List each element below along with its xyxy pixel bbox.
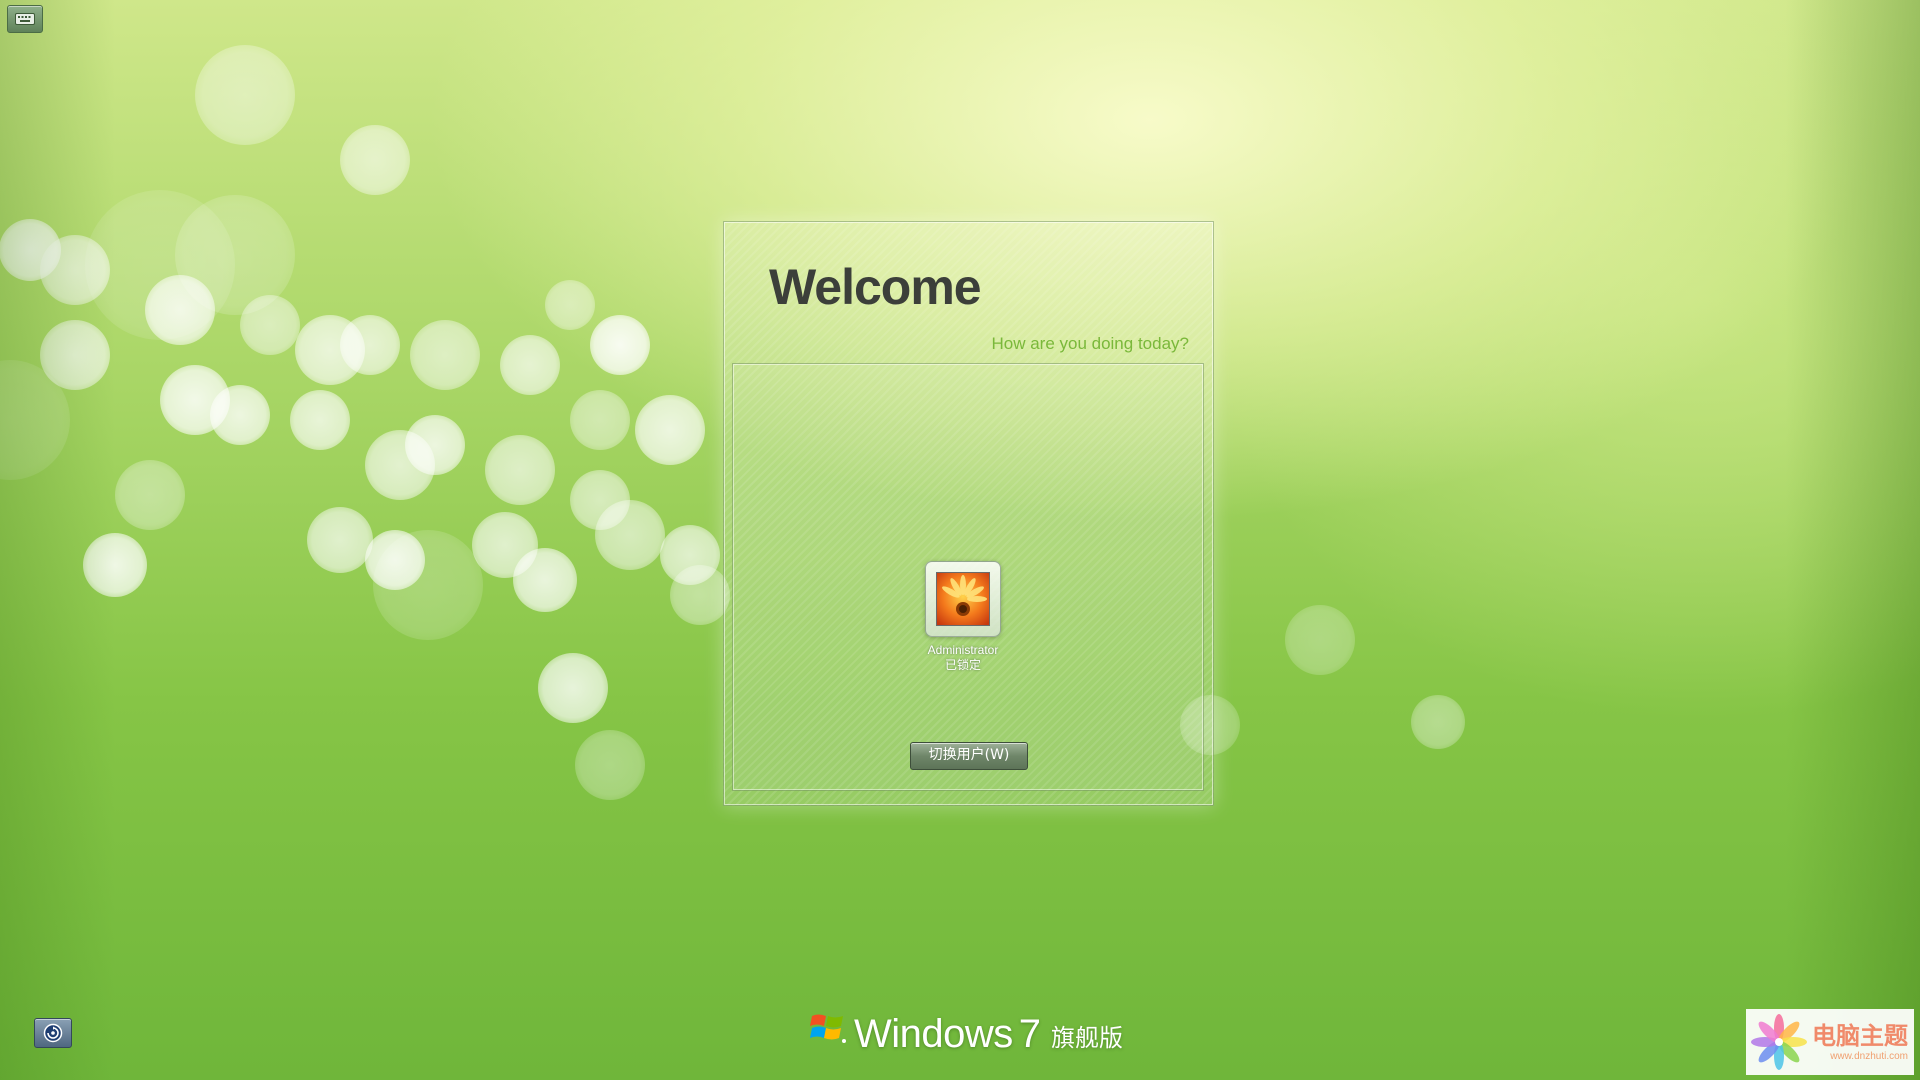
watermark: 电脑主题 www.dnzhuti.com (1746, 1009, 1914, 1075)
user-tile[interactable]: Administrator 已锁定 (915, 561, 1011, 673)
bokeh-circle (513, 548, 577, 612)
bokeh-circle (1411, 695, 1465, 749)
bokeh-circle (670, 565, 730, 625)
bokeh-circle (160, 365, 230, 435)
watermark-text: 电脑主题 www.dnzhuti.com (1812, 1023, 1908, 1062)
welcome-title: Welcome (769, 259, 982, 315)
ease-of-access-icon[interactable] (34, 1018, 72, 1048)
pinwheel-icon (1746, 1009, 1812, 1075)
bokeh-circle (0, 360, 70, 480)
bokeh-circle (83, 533, 147, 597)
brand-version: 7 (1018, 1012, 1042, 1056)
bokeh-circle (295, 315, 365, 385)
keyboard-icon[interactable] (7, 5, 43, 33)
bokeh-circle (340, 125, 410, 195)
bokeh-circle (405, 415, 465, 475)
watermark-url: www.dnzhuti.com (1830, 1050, 1908, 1062)
bokeh-circle (340, 315, 400, 375)
bokeh-circle (485, 435, 555, 505)
bokeh-circle (590, 315, 650, 375)
bokeh-circle (40, 235, 110, 305)
flower-icon (936, 572, 990, 626)
bokeh-circle (570, 390, 630, 450)
windows-brand: Windows 7 旗舰版 (810, 1007, 1123, 1057)
bokeh-circle (195, 45, 295, 145)
user-picture-frame[interactable] (925, 561, 1001, 637)
bokeh-circle (500, 335, 560, 395)
bokeh-circle (545, 280, 595, 330)
bokeh-circle (307, 507, 373, 573)
user-name: Administrator (927, 643, 999, 657)
bokeh-circle (115, 460, 185, 530)
brand-edition: 旗舰版 (1051, 1024, 1124, 1052)
switch-user-button[interactable]: 切换用户(W) (910, 742, 1028, 770)
bokeh-circle (635, 395, 705, 465)
user-selection-box: Administrator 已锁定 切换用户(W) (732, 363, 1204, 791)
bokeh-circle (570, 470, 630, 530)
bokeh-circle (538, 653, 608, 723)
bokeh-circle (40, 320, 110, 390)
bokeh-circle (175, 195, 295, 315)
bokeh-circle (660, 525, 720, 585)
watermark-site-name: 电脑主题 (1812, 1021, 1908, 1050)
bokeh-circle (365, 430, 435, 500)
windows-flag-icon (810, 1010, 848, 1051)
bokeh-circle (410, 320, 480, 390)
bokeh-circle (210, 385, 270, 445)
bokeh-circle (290, 390, 350, 450)
login-screen: Welcome How are you doing today? Adminis… (0, 0, 1920, 1080)
bokeh-circle (595, 500, 665, 570)
brand-windows-text: Windows (854, 1012, 1013, 1056)
bokeh-circle (145, 275, 215, 345)
welcome-panel: Welcome How are you doing today? Adminis… (723, 221, 1214, 806)
user-status: 已锁定 (944, 658, 981, 672)
bokeh-circle (1285, 605, 1355, 675)
bokeh-circle (575, 730, 645, 800)
bokeh-circle (472, 512, 538, 578)
welcome-subtitle: How are you doing today? (991, 334, 1189, 353)
bokeh-circle (0, 219, 61, 281)
bokeh-circle (365, 530, 425, 590)
bokeh-circle (373, 530, 483, 640)
bokeh-circle (85, 190, 235, 340)
bokeh-circle (240, 295, 300, 355)
